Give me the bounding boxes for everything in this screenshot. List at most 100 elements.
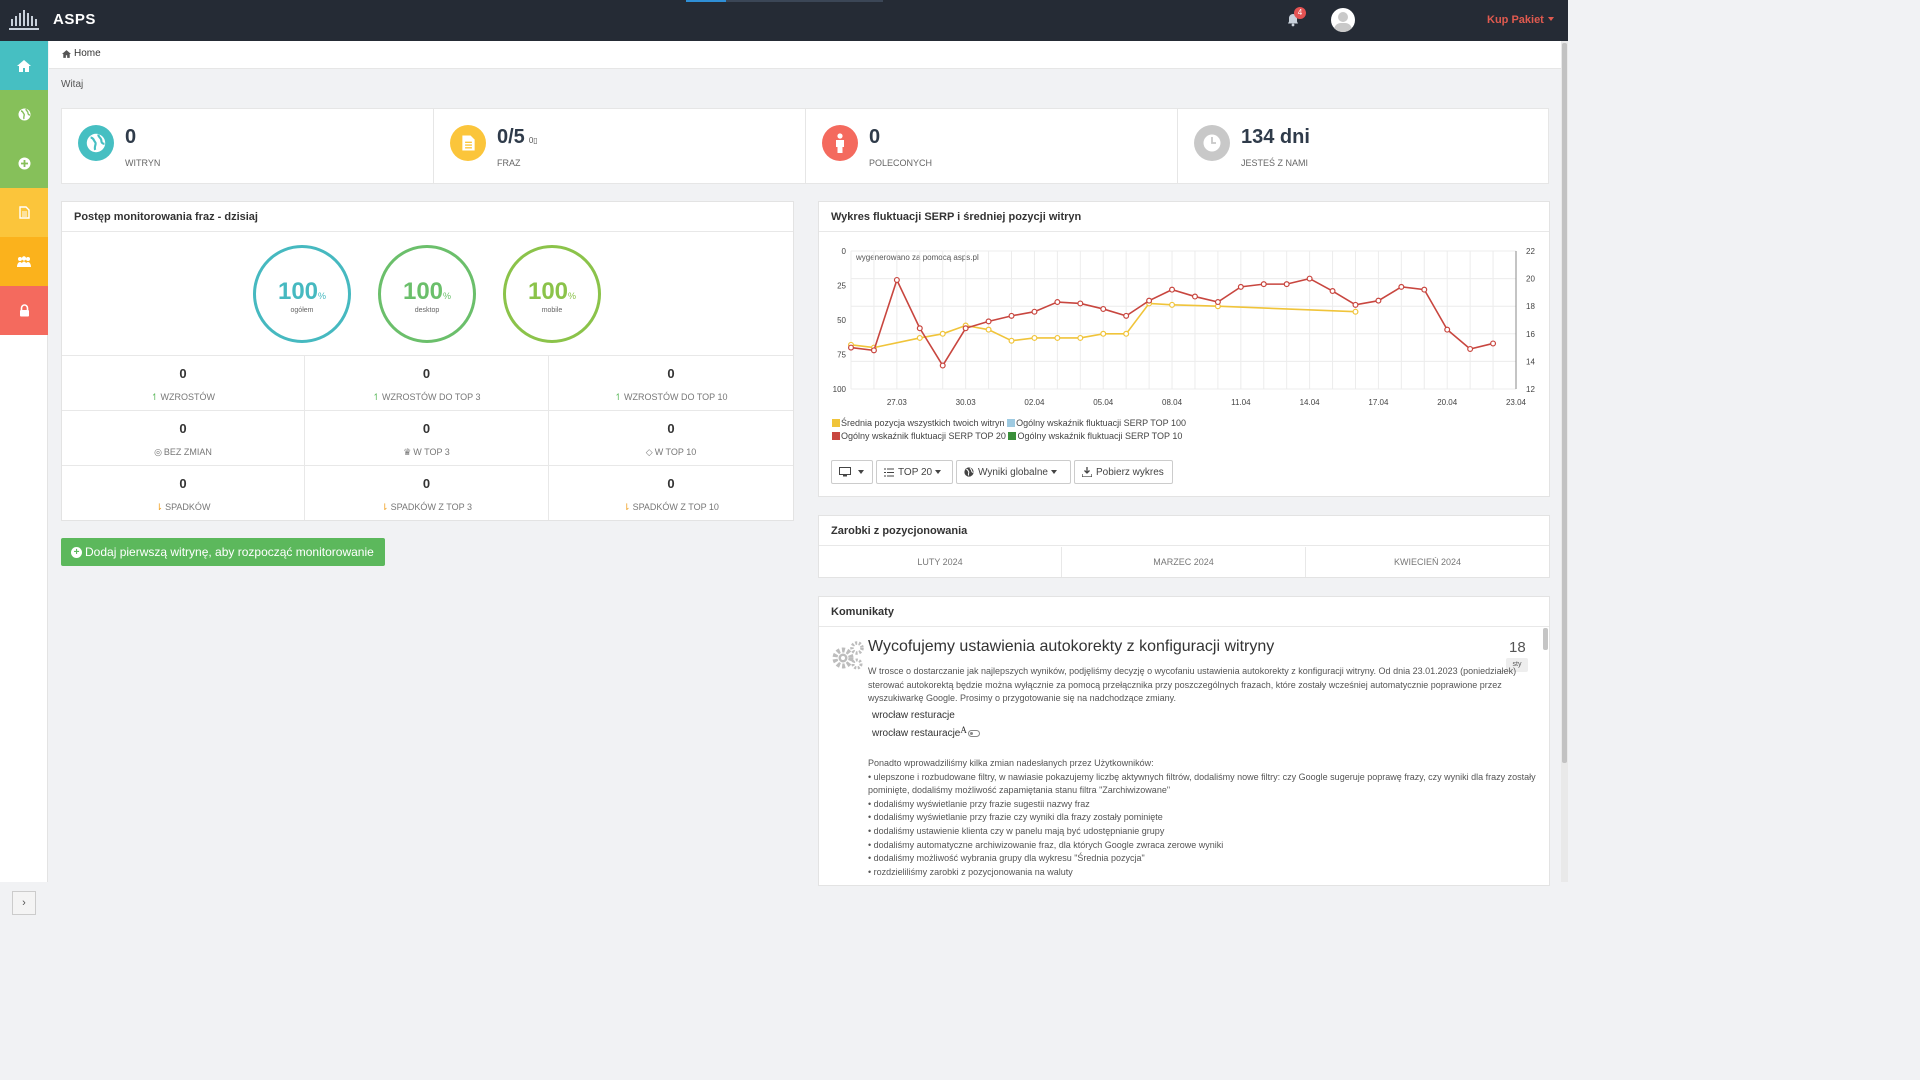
- data-point: [1214, 299, 1221, 306]
- data-point: [1352, 301, 1359, 308]
- legend-item[interactable]: Ogólny wskaźnik fluktuacji SERP TOP 10: [1008, 431, 1182, 441]
- y-right-tick-label: 16: [1526, 330, 1535, 339]
- stat-value: 0: [125, 126, 137, 148]
- cell-value: 0: [667, 476, 675, 491]
- top-progress-line: [686, 0, 883, 2]
- data-point: [848, 344, 855, 351]
- buy-package-menu[interactable]: Kup Pakiet: [1487, 14, 1554, 26]
- x-tick-label: 30.03: [956, 398, 977, 407]
- sidebar-item-document[interactable]: [0, 188, 48, 237]
- cell-label: ↿ WZROSTÓW DO TOP 10: [614, 392, 728, 402]
- breadcrumb-home[interactable]: Home: [74, 48, 101, 59]
- cell-rises: 0 ↿ WZROSTÓW: [62, 355, 305, 410]
- globe-icon: [78, 125, 114, 161]
- data-point: [1375, 297, 1382, 304]
- cell-label: ⇂ SPADKÓW Z TOP 10: [623, 502, 719, 512]
- stat-value: 0/5 0▯: [497, 126, 538, 149]
- data-point: [1329, 288, 1336, 295]
- cell-value: 0: [422, 476, 431, 491]
- scope-dropdown[interactable]: Wyniki globalne: [956, 460, 1071, 484]
- progress-panel-title: Postęp monitorowania fraz - dzisiaj: [62, 202, 793, 232]
- breadcrumb[interactable]: Home: [62, 48, 101, 59]
- y-right-tick-label: 22: [1526, 247, 1535, 256]
- earnings-month: LUTY 2024: [819, 547, 1062, 577]
- x-tick-label: 23.04: [1506, 398, 1527, 407]
- data-point: [1490, 340, 1497, 347]
- y-right-tick-label: 20: [1526, 275, 1535, 284]
- add-website-button[interactable]: + Dodaj pierwszą witrynę, aby rozpocząć m…: [61, 538, 385, 566]
- legend-item[interactable]: Ogólny wskaźnik fluktuacji SERP TOP 100: [1007, 418, 1186, 428]
- cell-label: ◇ W TOP 10: [645, 447, 697, 457]
- y-left-tick-label: 100: [833, 385, 847, 394]
- clock-icon: [1194, 125, 1230, 161]
- arrow-up-icon: ↿: [150, 392, 159, 402]
- legend-item[interactable]: Ogólny wskaźnik fluktuacji SERP TOP 20: [832, 431, 1006, 441]
- ring-label: desktop: [414, 307, 440, 314]
- arrow-down-icon: ⇂: [623, 502, 631, 512]
- device-dropdown[interactable]: [831, 460, 873, 484]
- data-point: [1008, 312, 1015, 319]
- news-item-title[interactable]: Wycofujemy ustawienia autokorekty z konf…: [868, 638, 1274, 656]
- sidebar-toggle-button[interactable]: ›: [12, 891, 36, 915]
- x-tick-label: 20.04: [1437, 398, 1458, 407]
- stat-value: 0: [869, 126, 881, 148]
- cell-label: ♛ W TOP 3: [403, 447, 450, 457]
- cell-value: 0: [179, 366, 187, 381]
- legend-swatch: [832, 432, 840, 440]
- news-intro: Ponadto wprowadziliśmy kilka zmian nades…: [868, 758, 1154, 768]
- sidebar: ›: [0, 41, 48, 915]
- data-point: [1306, 275, 1313, 282]
- data-point: [939, 362, 946, 369]
- data-point: [893, 276, 900, 283]
- news-panel-title: Komunikaty: [819, 597, 1549, 627]
- globe-icon: [964, 467, 974, 477]
- home-icon: [17, 59, 31, 72]
- download-chart-label: Pobierz wykres: [1096, 466, 1164, 478]
- cell-rises-top10: 0 ↿ WZROSTÓW DO TOP 10: [549, 355, 793, 410]
- cell-value: 0: [179, 476, 187, 491]
- phrase-corrected-row: wrocław restauracjeA: [872, 723, 980, 741]
- stat-value: 134 dni: [1241, 126, 1310, 148]
- circle-icon: ◎: [154, 447, 162, 457]
- legend-row: Średnia pozycja wszystkich twoich witryn…: [832, 417, 1186, 430]
- download-chart-button[interactable]: Pobierz wykres: [1074, 460, 1173, 484]
- data-point: [1398, 283, 1405, 290]
- y-left-tick-label: 25: [837, 282, 846, 291]
- x-tick-label: 02.04: [1024, 398, 1045, 407]
- data-point: [1237, 283, 1244, 290]
- cell-label: ↿ WZROSTÓW: [150, 392, 216, 402]
- plus-circle-icon: [18, 157, 30, 170]
- trophy-icon: ♛: [403, 447, 412, 457]
- news-scrollbar[interactable]: [1543, 628, 1548, 650]
- avatar[interactable]: [1331, 8, 1355, 32]
- cell-value: 0: [667, 421, 675, 436]
- data-point: [1123, 330, 1130, 337]
- gears-icon: [832, 641, 864, 670]
- list-icon: [884, 468, 894, 476]
- legend-item[interactable]: Średnia pozycja wszystkich twoich witryn: [832, 418, 1005, 428]
- logo[interactable]: ASPS: [9, 8, 96, 30]
- sidebar-item-lock[interactable]: [0, 286, 48, 335]
- y-left-tick-label: 75: [837, 351, 846, 360]
- top-dropdown[interactable]: TOP 20: [876, 460, 953, 484]
- toggle-icon[interactable]: [967, 730, 980, 737]
- x-tick-label: 17.04: [1368, 398, 1389, 407]
- sidebar-item-globe[interactable]: [0, 90, 48, 139]
- sidebar-item-users[interactable]: [0, 237, 48, 286]
- data-point: [1123, 312, 1130, 319]
- sidebar-item-add[interactable]: [0, 139, 48, 188]
- ring-value: 100%: [402, 278, 452, 305]
- document-icon: [18, 206, 30, 219]
- news-bullet: • dodaliśmy możliwość wybrania grupy dla…: [868, 853, 1145, 864]
- arrow-up-icon: ↿: [372, 392, 381, 402]
- ring-label: mobile: [541, 307, 563, 314]
- data-point: [1444, 326, 1451, 333]
- news-date-day: 18: [1509, 639, 1526, 656]
- document-icon: [450, 125, 486, 161]
- download-icon: [1082, 467, 1092, 477]
- data-point: [1421, 286, 1428, 293]
- page-scrollbar[interactable]: [1561, 41, 1568, 882]
- arrow-down-icon: ⇂: [381, 502, 389, 512]
- sidebar-item-home[interactable]: [0, 41, 48, 90]
- stat-websites: 0 WITRYN: [62, 109, 434, 183]
